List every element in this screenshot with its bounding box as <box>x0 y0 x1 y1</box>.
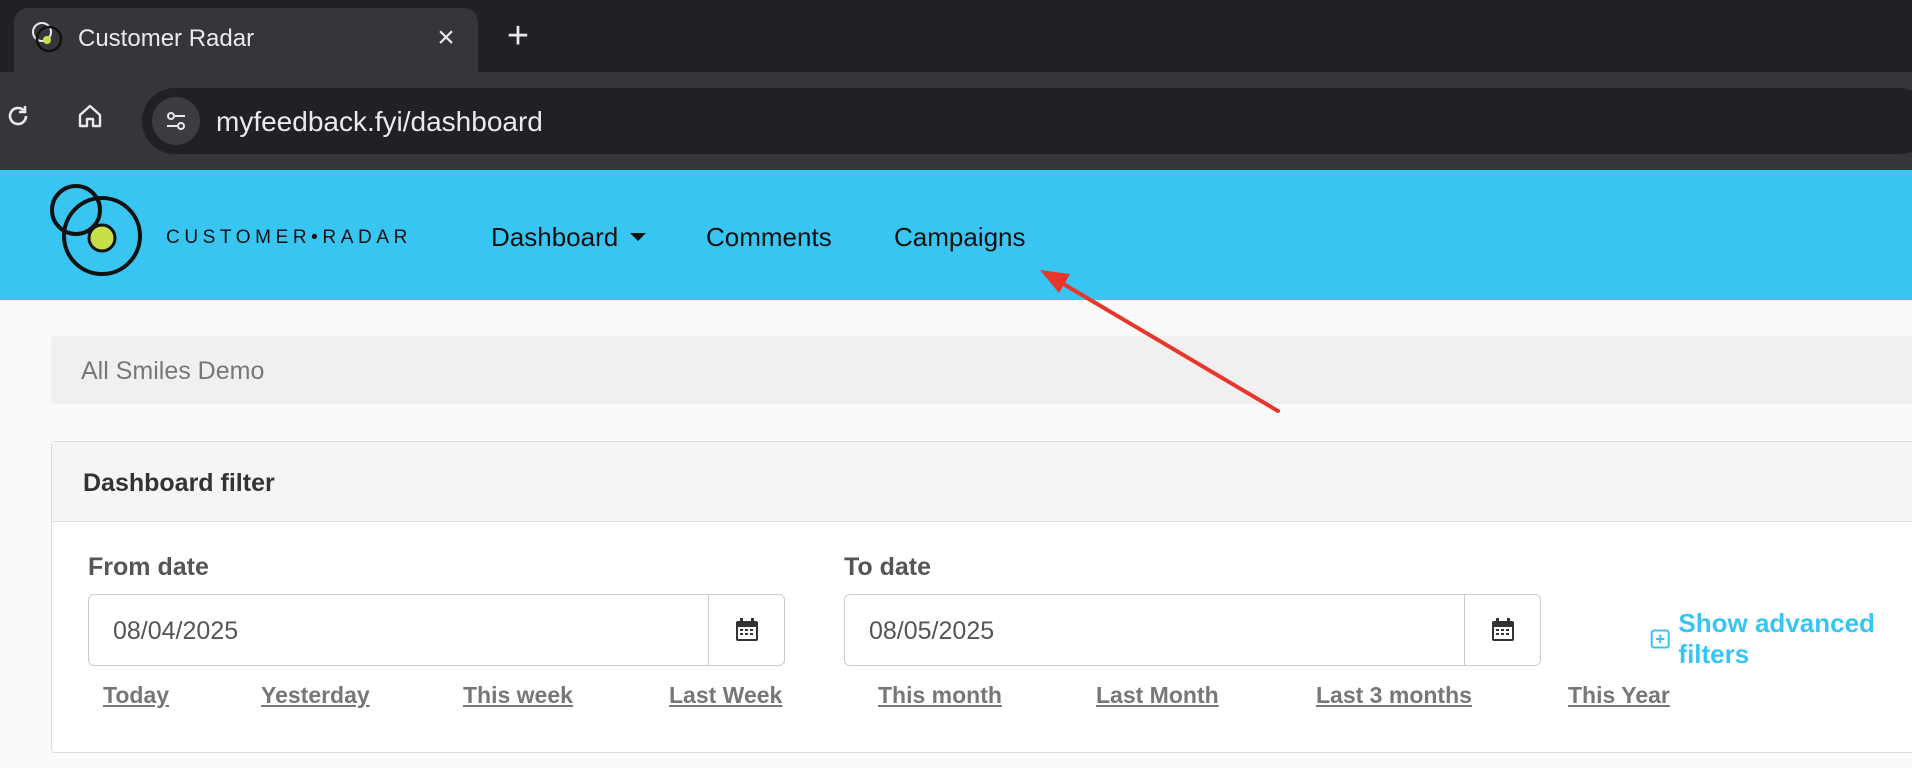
quick-range-this-week[interactable]: This week <box>463 682 573 709</box>
customer-radar-logo-icon[interactable] <box>48 184 148 284</box>
quick-range-this-month[interactable]: This month <box>878 682 1002 709</box>
quick-range-today[interactable]: Today <box>103 682 169 709</box>
nav-comments[interactable]: Comments <box>706 222 832 253</box>
app-navbar: CUSTOMER•RADAR Dashboard Comments Campai… <box>0 170 1912 300</box>
quick-range-yesterday[interactable]: Yesterday <box>261 682 370 709</box>
breadcrumb-current: All Smiles Demo <box>81 357 265 385</box>
quick-range-last-3-months[interactable]: Last 3 months <box>1316 682 1472 709</box>
from-date-value[interactable]: 08/04/2025 <box>113 617 238 646</box>
plus-square-icon <box>1650 629 1670 649</box>
quick-range-last-week[interactable]: Last Week <box>669 682 782 709</box>
show-advanced-filters-link[interactable]: Show advanced filters <box>1650 608 1912 670</box>
customer-radar-favicon-icon <box>32 22 63 53</box>
breadcrumb: All Smiles Demo <box>51 336 1912 404</box>
quick-range-last-month[interactable]: Last Month <box>1096 682 1219 709</box>
dashboard-filter-panel: Dashboard filter From date 08/04/2025 To… <box>51 441 1912 753</box>
chevron-down-icon <box>630 233 647 242</box>
from-date-label: From date <box>88 553 209 581</box>
nav-dashboard-label: Dashboard <box>491 222 619 252</box>
new-tab-icon[interactable]: + <box>496 14 540 58</box>
quick-range-this-year[interactable]: This Year <box>1568 682 1670 709</box>
calendar-icon <box>735 618 758 641</box>
to-date-value[interactable]: 08/05/2025 <box>869 617 994 646</box>
reload-icon[interactable] <box>0 94 40 138</box>
from-date-calendar-button[interactable] <box>708 595 784 665</box>
nav-dashboard[interactable]: Dashboard <box>491 222 647 253</box>
calendar-icon <box>1491 618 1514 641</box>
browser-tabstrip: Customer Radar × + <box>0 0 1912 72</box>
browser-tab[interactable]: Customer Radar × <box>14 8 478 72</box>
show-advanced-filters-label: Show advanced filters <box>1678 608 1875 669</box>
brand-name[interactable]: CUSTOMER•RADAR <box>166 227 412 249</box>
to-date-field[interactable]: 08/05/2025 <box>844 594 1541 666</box>
tab-title: Customer Radar <box>78 25 255 52</box>
panel-header: Dashboard filter <box>52 442 1912 522</box>
tab-close-icon[interactable]: × <box>426 18 466 58</box>
to-date-label: To date <box>844 553 932 581</box>
panel-title: Dashboard filter <box>83 469 275 497</box>
site-settings-icon[interactable] <box>152 97 200 145</box>
from-date-field[interactable]: 08/04/2025 <box>88 594 785 666</box>
browser-toolbar: myfeedback.fyi/dashboard <box>0 72 1912 170</box>
to-date-calendar-button[interactable] <box>1464 595 1540 665</box>
address-bar[interactable]: myfeedback.fyi/dashboard <box>142 88 1912 154</box>
nav-campaigns[interactable]: Campaigns <box>894 222 1026 253</box>
url-text[interactable]: myfeedback.fyi/dashboard <box>216 106 543 138</box>
home-icon[interactable] <box>68 94 112 138</box>
